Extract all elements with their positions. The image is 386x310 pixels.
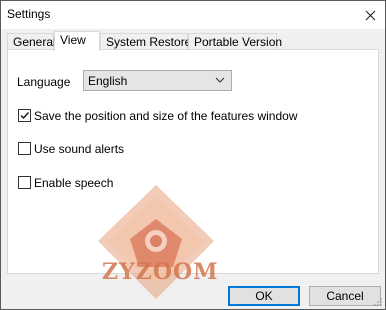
- watermark-logo: [98, 185, 214, 299]
- tab-label: View: [60, 33, 86, 47]
- ok-button[interactable]: OK: [228, 286, 300, 306]
- chevron-down-icon: [215, 77, 225, 83]
- language-select[interactable]: English: [83, 70, 232, 91]
- window-title: Settings: [7, 7, 51, 21]
- save-position-checkbox[interactable]: [18, 109, 31, 122]
- tab-general[interactable]: General: [7, 33, 56, 50]
- sound-alerts-label: Use sound alerts: [34, 142, 125, 156]
- checkmark-icon: [20, 112, 30, 120]
- sound-alerts-checkbox[interactable]: [18, 142, 31, 155]
- enable-speech-checkbox[interactable]: [18, 176, 31, 189]
- tab-portable-version[interactable]: Portable Version: [188, 33, 282, 50]
- watermark-text: ZYZOOM: [102, 259, 219, 285]
- settings-window: Settings General View System Restore Por…: [0, 0, 386, 310]
- language-select-value: English: [88, 74, 128, 88]
- tab-system-restore[interactable]: System Restore: [100, 33, 192, 50]
- close-icon: [365, 10, 375, 20]
- title-bar: Settings: [1, 1, 385, 29]
- language-label: Language: [17, 75, 71, 89]
- save-position-label: Save the position and size of the featur…: [34, 109, 298, 123]
- close-button[interactable]: [355, 1, 385, 29]
- tab-label: System Restore: [106, 35, 192, 49]
- cancel-button-label: Cancel: [326, 289, 364, 303]
- tab-label: Portable Version: [194, 35, 283, 49]
- resize-grip-icon[interactable]: [373, 297, 383, 307]
- tab-label: General: [13, 35, 56, 49]
- tab-view[interactable]: View: [54, 31, 100, 51]
- cancel-button[interactable]: Cancel: [309, 286, 381, 306]
- ok-button-label: OK: [255, 289, 273, 303]
